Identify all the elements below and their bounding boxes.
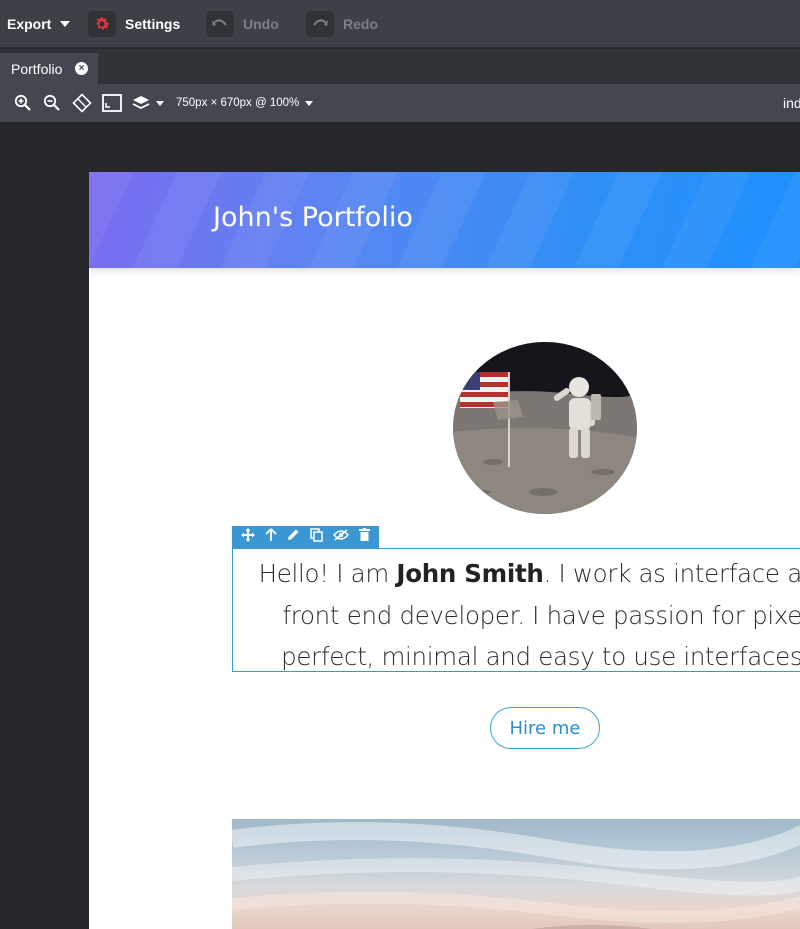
settings-label: Settings — [125, 16, 181, 32]
redo-label: Redo — [343, 16, 378, 32]
canvas-toolbar: 750px × 670px @ 100% inde — [0, 84, 800, 122]
tab-strip: Portfolio × — [0, 49, 800, 84]
chevron-down-icon — [156, 100, 164, 106]
canvas-size-dropdown[interactable]: 750px × 670px @ 100% — [176, 84, 314, 122]
rotate-icon[interactable] — [72, 93, 92, 113]
site-title[interactable]: John's Portfolio — [213, 202, 413, 233]
arrow-up-icon[interactable] — [265, 528, 277, 546]
undo-icon — [206, 11, 234, 37]
chevron-down-icon — [305, 100, 314, 106]
move-icon[interactable] — [241, 527, 255, 547]
tab-label: Portfolio — [11, 60, 63, 77]
undo-label: Undo — [243, 16, 279, 32]
zoom-out-icon[interactable] — [42, 93, 62, 113]
tab-portfolio[interactable]: Portfolio × — [0, 53, 98, 84]
copy-icon[interactable] — [310, 527, 323, 547]
main-toolbar: Export Settings Undo Redo — [0, 0, 800, 48]
close-icon[interactable]: × — [75, 62, 88, 75]
canvas-size-label: 750px × 670px @ 100% — [176, 97, 300, 109]
file-name[interactable]: inde — [783, 84, 800, 122]
canvas-workspace: John's Portfolio Hello! I am John Smith.… — [0, 122, 800, 929]
export-label: Export — [7, 16, 52, 32]
selected-text-block[interactable]: Hello! I am John Smith. I work as interf… — [232, 548, 800, 672]
zoom-in-icon[interactable] — [13, 93, 33, 113]
gear-icon — [88, 11, 116, 37]
element-toolbar — [232, 526, 379, 548]
eye-off-icon[interactable] — [333, 528, 349, 546]
hire-me-button[interactable]: Hire me — [490, 707, 600, 749]
bio-name: John Smith — [396, 559, 544, 588]
bio-prefix: Hello! I am — [258, 559, 397, 588]
hero-image[interactable] — [232, 819, 800, 929]
redo-button[interactable]: Redo — [306, 0, 378, 48]
settings-button[interactable]: Settings — [88, 0, 180, 48]
export-menu-button[interactable]: Export — [7, 0, 71, 48]
chevron-down-icon — [60, 21, 71, 27]
site-header[interactable]: John's Portfolio — [89, 172, 800, 268]
pencil-icon[interactable] — [287, 528, 300, 546]
avatar-image[interactable] — [453, 342, 637, 514]
redo-icon — [306, 11, 334, 37]
bio-text[interactable]: Hello! I am John Smith. I work as interf… — [233, 549, 800, 678]
fit-screen-icon[interactable] — [102, 93, 122, 113]
page-canvas: John's Portfolio Hello! I am John Smith.… — [89, 172, 800, 929]
undo-button[interactable]: Undo — [206, 0, 279, 48]
trash-icon[interactable] — [359, 528, 370, 546]
layers-menu-icon[interactable] — [131, 93, 165, 113]
